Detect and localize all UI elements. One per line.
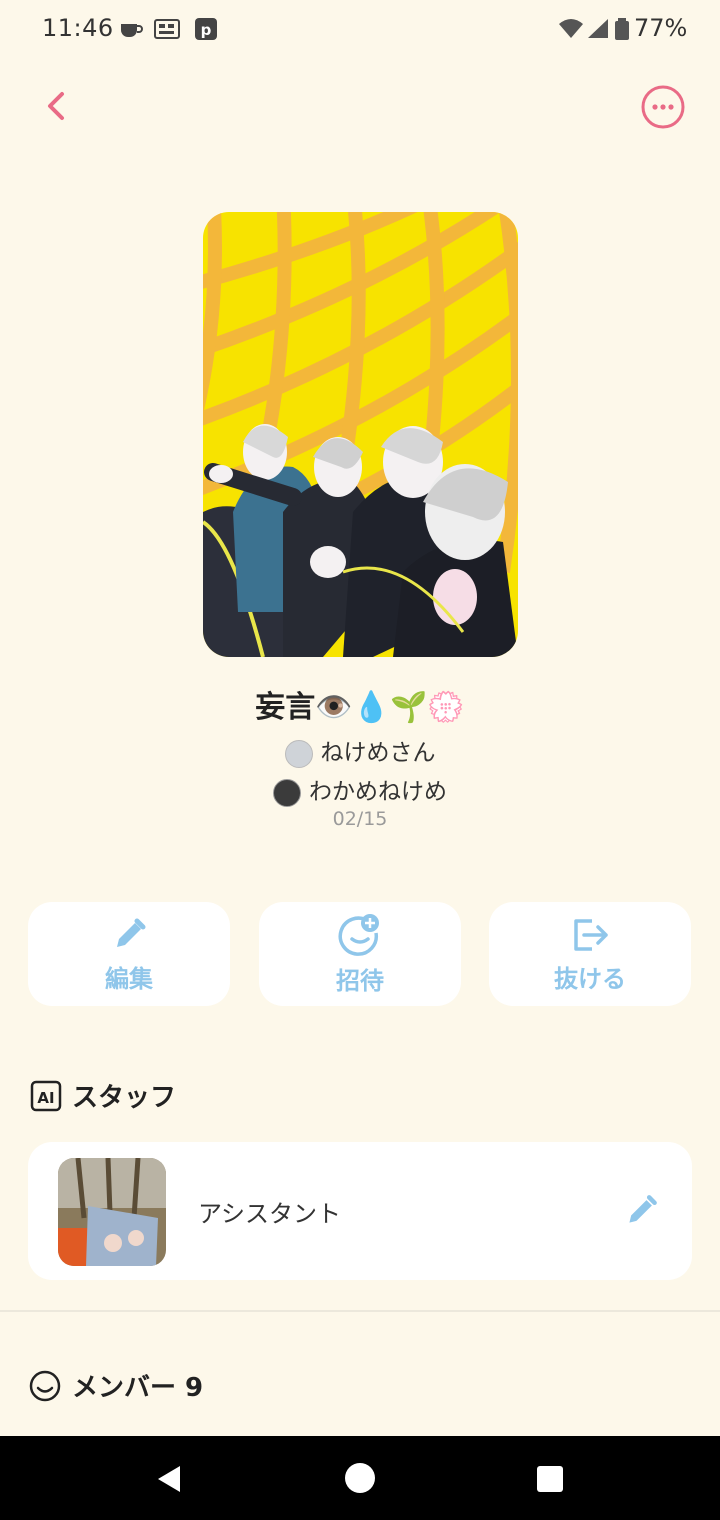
back-nav-icon[interactable] xyxy=(154,1464,184,1494)
battery-icon xyxy=(615,18,629,40)
coffee-icon xyxy=(121,24,143,37)
members-section-title: メンバー 9 xyxy=(72,1373,204,1403)
avatar xyxy=(273,778,301,807)
staff-avatar xyxy=(58,1158,166,1266)
group-date: 02/15 xyxy=(332,808,388,830)
leave-button[interactable]: 抜ける xyxy=(489,902,691,1006)
system-nav-bar xyxy=(0,1436,720,1520)
smile-icon xyxy=(29,1370,61,1402)
recents-nav-icon[interactable] xyxy=(536,1465,564,1493)
back-button[interactable] xyxy=(36,84,80,128)
owner-name: わかめねけめ xyxy=(309,779,447,805)
avatar xyxy=(284,739,313,768)
signal-icon xyxy=(588,19,608,38)
more-options-button[interactable] xyxy=(640,84,686,130)
pencil-icon xyxy=(117,918,146,947)
group-cover-image[interactable] xyxy=(203,212,518,657)
status-time: 11:46 xyxy=(42,14,114,42)
invite-icon xyxy=(338,913,379,956)
exit-icon xyxy=(574,918,608,951)
ai-badge-icon: AI xyxy=(30,1080,62,1112)
owner-row[interactable]: ねけめさん xyxy=(0,733,720,768)
gallery-icon xyxy=(154,19,180,39)
home-nav-icon[interactable] xyxy=(344,1462,376,1494)
staff-name: アシスタント xyxy=(198,1200,342,1228)
edit-button[interactable]: 編集 xyxy=(28,902,230,1006)
status-bar: 11:46 p 77% xyxy=(0,0,720,60)
invite-label: 招待 xyxy=(336,966,384,995)
staff-edit-button[interactable] xyxy=(624,1192,660,1228)
group-title: 妄言👁️💧🌱💮 xyxy=(255,690,465,725)
staff-item[interactable]: アシスタント xyxy=(28,1142,692,1280)
edit-label: 編集 xyxy=(105,964,153,993)
leave-label: 抜ける xyxy=(554,964,626,993)
wifi-icon xyxy=(559,19,583,38)
battery-percentage: 77% xyxy=(634,14,688,42)
p-app-icon: p xyxy=(195,18,217,40)
divider xyxy=(0,1310,720,1312)
invite-button[interactable]: 招待 xyxy=(259,902,461,1006)
owner-name: ねけめさん xyxy=(320,740,436,766)
staff-section-title: スタッフ xyxy=(72,1083,177,1113)
ai-badge-text: AI xyxy=(37,1089,54,1107)
owner-row[interactable]: わかめねけめ xyxy=(0,772,720,807)
svg-text:p: p xyxy=(201,21,212,39)
